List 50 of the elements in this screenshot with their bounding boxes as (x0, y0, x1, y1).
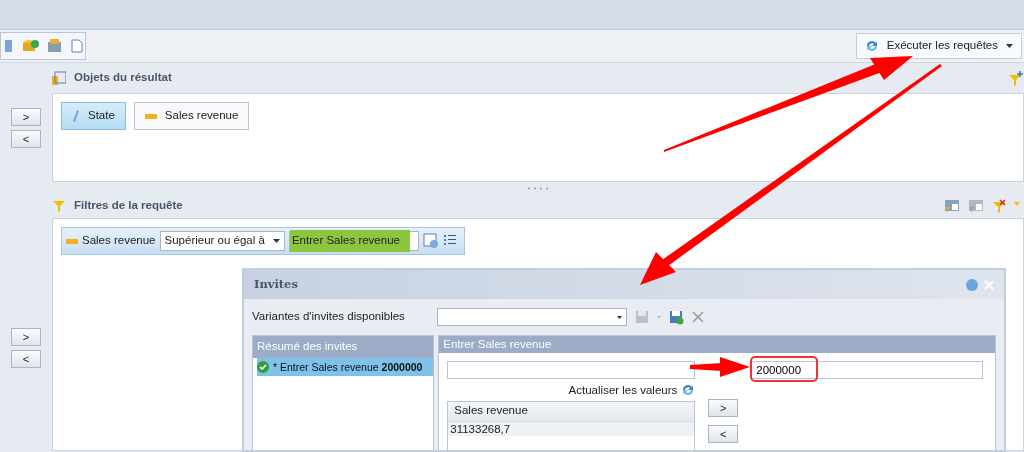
dialog-title: Invites (254, 275, 299, 293)
field-label: Variantes d'invites disponibles (252, 309, 405, 325)
caret-icon (616, 315, 622, 319)
list-icon[interactable] (5, 38, 13, 54)
run-queries-button[interactable]: Exécuter les requêtes (855, 33, 1022, 59)
properties-icon[interactable] (47, 38, 63, 54)
remove-filter-icon[interactable] (992, 199, 1006, 213)
save-new-icon[interactable] (668, 309, 684, 325)
move-button[interactable]: > (11, 108, 41, 126)
move-button[interactable]: > (708, 399, 739, 418)
help-icon[interactable] (966, 278, 978, 291)
panel-header: Résumé des invites (253, 336, 434, 358)
section-title: Filtres de la requête (74, 198, 183, 214)
splitter-handle[interactable] (527, 186, 549, 190)
refresh-icon (864, 39, 879, 53)
search-field[interactable] (447, 361, 696, 380)
move-button[interactable]: < (11, 130, 41, 148)
caret-icon (272, 239, 280, 243)
list-item[interactable]: 31133268,7 (448, 422, 695, 437)
result-objects-icon (52, 71, 66, 85)
filter-object: Sales revenue (82, 233, 156, 249)
filter-panel-icon[interactable] (944, 199, 960, 213)
delete-icon[interactable] (691, 311, 704, 323)
list-options-icon[interactable] (442, 234, 457, 248)
add-filter-icon[interactable] (1008, 70, 1024, 86)
section-title: Objets du résultat (74, 70, 172, 86)
result-object[interactable]: State (61, 102, 126, 130)
caret-icon (1006, 44, 1013, 48)
variants-dropdown[interactable] (436, 308, 627, 326)
funnel-icon (52, 199, 66, 213)
dimension-icon (72, 109, 80, 123)
move-button[interactable]: < (11, 350, 41, 368)
save-icon[interactable] (634, 310, 649, 324)
document-icon[interactable] (71, 39, 83, 53)
value-field[interactable]: 2000000 (751, 361, 983, 380)
column-header: Sales revenue (448, 402, 695, 423)
prompt-summary-item[interactable]: * Entrer Sales revenue 2000000 (257, 358, 434, 376)
close-icon[interactable] (984, 279, 994, 290)
caret-icon (656, 316, 661, 318)
operator-dropdown[interactable]: Supérieur ou égal à (159, 231, 285, 251)
refresh-values-link[interactable]: Actualiser les valeurs (568, 381, 678, 399)
refresh-icon[interactable] (681, 383, 696, 398)
panel-header: Entrer Sales revenue (439, 336, 995, 354)
highlight-frame (750, 356, 818, 382)
filter-panel-icon[interactable] (968, 199, 984, 213)
annotation-arrow (690, 357, 750, 377)
move-button[interactable]: < (708, 425, 739, 444)
result-object[interactable]: Sales revenue (133, 102, 250, 130)
move-button[interactable]: > (11, 328, 41, 346)
prompt-field[interactable]: Entrer Sales revenue (288, 231, 419, 251)
